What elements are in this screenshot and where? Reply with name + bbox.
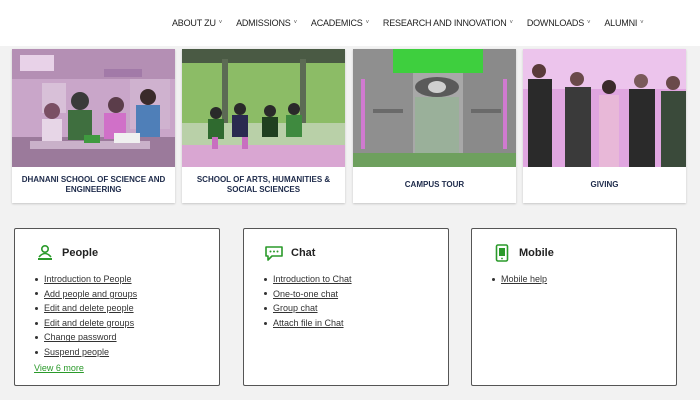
list-item: One-to-one chat: [264, 287, 352, 302]
card-caption: DHANANI SCHOOL OF SCIENCE AND ENGINEERIN…: [21, 175, 166, 194]
mobile-icon: [492, 243, 512, 263]
card-caption: GIVING: [590, 180, 619, 189]
link-intro-chat[interactable]: Introduction to Chat: [273, 272, 352, 287]
bullet: [492, 277, 495, 281]
bullet: [35, 321, 38, 325]
link-intro-people[interactable]: Introduction to People: [44, 272, 132, 287]
bullet: [264, 277, 267, 281]
list-item: Edit and delete groups: [35, 316, 137, 331]
nav-label: ABOUT ZU: [172, 18, 216, 28]
link-add-people-groups[interactable]: Add people and groups: [44, 287, 137, 302]
list-item: Edit and delete people: [35, 301, 137, 316]
card-giving[interactable]: GIVING: [523, 49, 686, 203]
link-mobile-help[interactable]: Mobile help: [501, 272, 547, 287]
bullet: [35, 277, 38, 281]
bullet: [264, 292, 267, 296]
card-caption: CAMPUS TOUR: [404, 180, 465, 189]
nav-label: ADMISSIONS: [236, 18, 291, 28]
list-item: Change password: [35, 330, 137, 345]
mobile-link-list: Mobile help: [492, 272, 547, 287]
card-science-engineering[interactable]: DHANANI SCHOOL OF SCIENCE AND ENGINEERIN…: [12, 49, 175, 203]
list-item: Suspend people: [35, 345, 137, 360]
chevron-down-icon: ˅: [218, 20, 223, 26]
people-icon: [35, 243, 55, 263]
link-attach-file-chat[interactable]: Attach file in Chat: [273, 316, 344, 331]
chevron-down-icon: ˅: [365, 20, 370, 26]
list-item: Introduction to Chat: [264, 272, 352, 287]
top-navigation: ABOUT ZU ˅ ADMISSIONS ˅ ACADEMICS ˅ RESEARC…: [0, 0, 700, 46]
card-campus-tour[interactable]: CAMPUS TOUR: [353, 49, 516, 203]
campus-photo: [353, 49, 516, 167]
list-item: Attach file in Chat: [264, 316, 352, 331]
bullet: [35, 336, 38, 340]
chevron-down-icon: ˅: [293, 20, 298, 26]
box-header: Chat: [264, 243, 315, 263]
nav-label: ACADEMICS: [310, 18, 363, 28]
chevron-down-icon: ˅: [640, 20, 644, 26]
link-edit-delete-groups[interactable]: Edit and delete groups: [44, 316, 134, 331]
nav-menu: ABOUT ZU ˅ ADMISSIONS ˅ ACADEMICS ˅ RESEARC…: [172, 18, 644, 28]
lab-photo: [12, 49, 175, 167]
card-caption: SCHOOL OF ARTS, HUMANITIES & SOCIAL SCIE…: [196, 175, 331, 194]
chevron-down-icon: ˅: [587, 20, 591, 26]
link-group-chat[interactable]: Group chat: [273, 301, 318, 316]
help-box-people: People Introduction to People Add people…: [14, 228, 220, 386]
nav-item-admissions[interactable]: ADMISSIONS ˅: [236, 18, 297, 28]
list-item: Add people and groups: [35, 287, 137, 302]
nav-item-academics[interactable]: ACADEMICS ˅: [311, 18, 369, 28]
feature-cards: DHANANI SCHOOL OF SCIENCE AND ENGINEERIN…: [0, 46, 700, 216]
bullet: [35, 306, 38, 310]
chat-link-list: Introduction to Chat One-to-one chat Gro…: [264, 272, 352, 330]
help-box-chat: Chat Introduction to Chat One-to-one cha…: [243, 228, 449, 386]
list-item: Group chat: [264, 301, 352, 316]
link-one-to-one-chat[interactable]: One-to-one chat: [273, 287, 338, 302]
link-change-password[interactable]: Change password: [44, 330, 117, 345]
link-edit-delete-people[interactable]: Edit and delete people: [44, 301, 134, 316]
students-outdoor-photo: [182, 49, 345, 167]
list-item: Mobile help: [492, 272, 547, 287]
nav-item-alumni[interactable]: ALUMNI ˅: [604, 18, 643, 28]
donors-photo: [523, 49, 686, 167]
nav-item-about[interactable]: ABOUT ZU ˅: [172, 18, 222, 28]
chat-icon: [264, 243, 284, 263]
chevron-down-icon: ˅: [509, 20, 514, 26]
list-item: Introduction to People: [35, 272, 137, 287]
box-title: Mobile: [519, 247, 554, 259]
bullet: [264, 306, 267, 310]
bullet: [35, 350, 38, 354]
bullet: [264, 321, 267, 325]
nav-label: RESEARCH AND INNOVATION: [382, 18, 507, 28]
people-link-list: Introduction to People Add people and gr…: [35, 272, 137, 360]
bullet: [35, 292, 38, 296]
nav-item-research[interactable]: RESEARCH AND INNOVATION ˅: [383, 18, 513, 28]
nav-label: DOWNLOADS: [526, 18, 585, 28]
help-box-mobile: Mobile Mobile help: [471, 228, 677, 386]
link-suspend-people[interactable]: Suspend people: [44, 345, 109, 360]
card-arts-humanities[interactable]: SCHOOL OF ARTS, HUMANITIES & SOCIAL SCIE…: [182, 49, 345, 203]
nav-item-downloads[interactable]: DOWNLOADS ˅: [527, 18, 591, 28]
nav-label: ALUMNI: [604, 18, 638, 28]
box-title: Chat: [291, 247, 316, 259]
view-more-link[interactable]: View 6 more: [34, 363, 84, 373]
box-header: People: [35, 243, 98, 263]
box-header: Mobile: [492, 243, 554, 263]
box-title: People: [62, 247, 99, 259]
